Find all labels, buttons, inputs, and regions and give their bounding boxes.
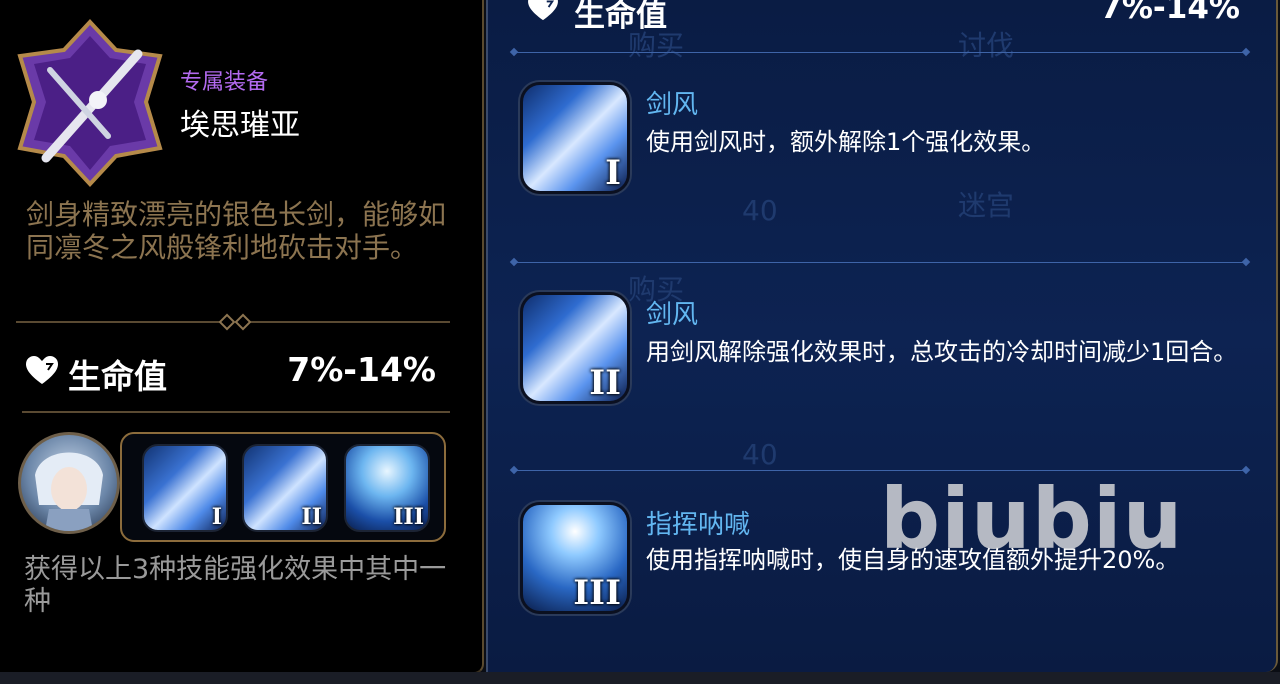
hero-portrait-icon: [35, 452, 103, 531]
equipment-description: 剑身精致漂亮的银色长剑，能够如同凛冬之风般锋利地砍击对手。: [26, 198, 447, 264]
heart-icon: [26, 356, 58, 384]
stat-value: 7%-14%: [1100, 0, 1240, 26]
frost-command-icon[interactable]: III: [520, 502, 630, 614]
bottom-bar: [0, 672, 1280, 684]
stat-label: 生命值: [68, 357, 167, 396]
frost-command-icon[interactable]: III: [344, 444, 430, 532]
sword-wind-icon[interactable]: I: [142, 444, 228, 532]
skill-level: III: [573, 573, 621, 613]
sword-wind-icon[interactable]: II: [242, 444, 328, 532]
row-separator: [514, 52, 1246, 53]
equipment-type-label: 专属装备: [180, 70, 269, 95]
skill-name: 剑风: [646, 90, 699, 120]
background-label: 迷宫: [958, 189, 1015, 222]
background-label: 40: [742, 194, 778, 227]
stat-value: 7%-14%: [287, 350, 436, 389]
heart-icon: [528, 0, 558, 21]
section-divider: [22, 411, 450, 413]
equipment-panel: 专属装备 埃思璀亚 剑身精致漂亮的银色长剑，能够如同凛冬之风般锋利地砍击对手。 …: [0, 0, 484, 674]
stat-row: 生命值 7%-14%: [26, 350, 436, 396]
detail-stat-row: 生命值 7%-14%: [528, 0, 1240, 34]
skill-description: 使用剑风时，额外解除1个强化效果。: [646, 128, 1046, 156]
skill-level: II: [301, 504, 322, 530]
watermark: biubiu: [880, 470, 1184, 568]
skill-level: III: [393, 504, 424, 530]
stat-label: 生命值: [574, 0, 667, 34]
sword-wind-icon[interactable]: II: [520, 292, 630, 404]
sword-wind-icon[interactable]: I: [520, 82, 630, 194]
skill-level: I: [211, 504, 222, 530]
skill-level: II: [589, 363, 621, 403]
hero-avatar[interactable]: [18, 432, 120, 534]
skill-description: 用剑风解除强化效果时，总攻击的冷却时间减少1回合。: [646, 338, 1238, 366]
background-label: 40: [742, 438, 778, 471]
skill-enhancement-group: I II III: [120, 432, 446, 542]
skill-name: 指挥呐喊: [646, 510, 751, 540]
section-divider: [16, 313, 450, 331]
skill-level: I: [605, 153, 621, 193]
equipment-name: 埃思璀亚: [180, 108, 300, 143]
row-separator: [514, 262, 1246, 263]
equipment-emblem-icon: [17, 19, 163, 187]
skill-detail-panel[interactable]: 购买 讨伐 40 迷宫 购买 40 生命值 7%-14% I 剑风 使用剑风时，…: [486, 0, 1278, 672]
enhancement-note: 获得以上3种技能强化效果中其中一种: [24, 554, 447, 617]
skill-name: 剑风: [646, 300, 699, 330]
